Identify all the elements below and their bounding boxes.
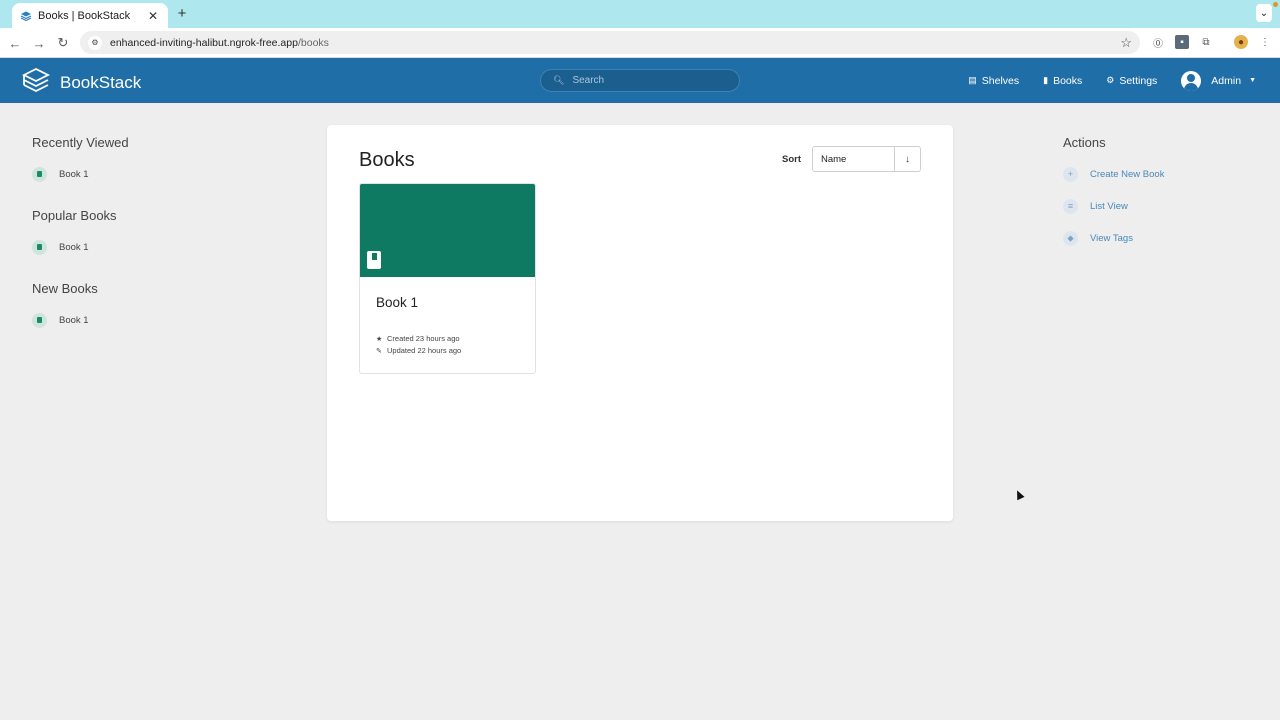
nav-books-label: Books <box>1053 74 1083 87</box>
bookstack-logo-icon <box>21 67 51 98</box>
back-icon[interactable]: ← <box>6 34 24 52</box>
extensions-puzzle-icon[interactable]: ⧉ <box>1199 35 1213 49</box>
star-icon: ★ <box>376 335 383 343</box>
book-card[interactable]: Book 1 ★ Created 23 hours ago ✎ Updated … <box>359 183 536 374</box>
book-title[interactable]: Book 1 <box>376 295 418 310</box>
popular-books-item[interactable]: Book 1 <box>32 239 292 255</box>
nav-books-link[interactable]: ▮ Books <box>1043 75 1082 87</box>
created-meta: ★ Created 23 hours ago <box>376 334 460 343</box>
updated-text: Updated 22 hours ago <box>387 346 462 355</box>
recently-viewed-section: Recently Viewed Book 1 <box>32 135 292 182</box>
password-extension-icon[interactable]: ⓪ <box>1151 35 1165 50</box>
actions-title: Actions <box>1063 135 1106 150</box>
nav-settings-label: Settings <box>1119 74 1158 87</box>
sort-label: Sort <box>782 154 801 165</box>
recently-viewed-title: Recently Viewed <box>32 135 129 150</box>
header-nav: ▤ Shelves ▮ Books ⚙ Settings Admin ▼ <box>968 58 1280 103</box>
address-bar[interactable]: ⚙ enhanced-inviting-halibut.ngrok-free.a… <box>80 31 1140 54</box>
nav-shelves-label: Shelves <box>981 74 1020 87</box>
pencil-icon: ✎ <box>376 347 382 355</box>
bookmark-star-icon[interactable]: ☆ <box>1120 35 1132 51</box>
profile-avatar-icon[interactable]: ● <box>1234 35 1248 49</box>
close-tab-icon[interactable]: ✕ <box>146 9 160 23</box>
tab-title: Books | BookStack <box>38 9 131 22</box>
updated-meta: ✎ Updated 22 hours ago <box>376 346 461 355</box>
sort-direction-button[interactable]: ↓ <box>894 146 921 172</box>
bookmark-icon <box>367 251 381 269</box>
nav-shelves-link[interactable]: ▤ Shelves <box>968 75 1019 87</box>
caret-down-icon: ▼ <box>1249 77 1256 84</box>
book-icon <box>32 312 47 328</box>
user-menu[interactable]: Admin ▼ <box>1181 70 1256 91</box>
mouse-cursor-icon <box>1013 488 1025 501</box>
page-title: Books <box>359 149 415 171</box>
forward-icon[interactable]: → <box>30 34 48 52</box>
search-input[interactable]: 🔍︎ Search <box>540 69 740 92</box>
plus-icon: + <box>1063 166 1078 182</box>
book-cover <box>360 184 535 277</box>
created-text: Created 23 hours ago <box>387 334 460 343</box>
user-name: Admin <box>1211 74 1242 87</box>
url-path: /books <box>297 36 329 49</box>
actions-sidebar: Actions + Create New Book ≡ List View ⬥ … <box>1063 135 1263 262</box>
app-logo-link[interactable]: BookStack <box>21 67 142 98</box>
site-info-icon[interactable]: ⚙ <box>88 35 102 50</box>
list-view-label: List View <box>1090 200 1128 212</box>
list-icon: ≡ <box>1063 198 1078 214</box>
search-icon: 🔍︎ <box>553 75 565 85</box>
browser-tab[interactable]: Books | BookStack ✕ <box>12 3 168 28</box>
view-tags-link[interactable]: ⬥ View Tags <box>1063 230 1263 246</box>
view-tags-label: View Tags <box>1090 232 1133 244</box>
new-books-section: New Books Book 1 <box>32 281 292 328</box>
nav-settings-link[interactable]: ⚙ Settings <box>1106 75 1157 87</box>
browser-tab-bar: Books | BookStack ✕ + ⌄ <box>0 0 1280 28</box>
recently-viewed-item-label: Book 1 <box>59 168 89 180</box>
tab-search-icon[interactable]: ⌄ <box>1256 4 1272 22</box>
sort-select[interactable]: Name <box>812 146 895 172</box>
new-books-item-label: Book 1 <box>59 314 89 326</box>
create-new-book-link[interactable]: + Create New Book <box>1063 166 1263 182</box>
browser-toolbar: ← → ↻ ⚙ enhanced-inviting-halibut.ngrok-… <box>0 28 1280 58</box>
url-domain: enhanced-inviting-halibut.ngrok-free.app <box>110 36 298 49</box>
new-books-title: New Books <box>32 281 98 296</box>
popular-books-section: Popular Books Book 1 <box>32 208 292 255</box>
recently-viewed-item[interactable]: Book 1 <box>32 166 292 182</box>
left-sidebar: Recently Viewed Book 1 Popular Books Boo… <box>32 135 292 354</box>
book-icon <box>32 239 47 255</box>
books-content-card: Books Sort Name ↓ Book 1 ★ Created 23 ho… <box>327 125 953 521</box>
bookstack-favicon-icon <box>20 10 32 22</box>
create-new-book-label: Create New Book <box>1090 168 1165 180</box>
notification-dot <box>1273 2 1278 7</box>
books-icon: ▮ <box>1043 75 1049 85</box>
search-placeholder: Search <box>572 75 605 86</box>
shelves-icon: ▤ <box>968 75 977 85</box>
tag-icon: ⬥ <box>1063 230 1078 246</box>
popular-books-item-label: Book 1 <box>59 241 89 253</box>
list-view-link[interactable]: ≡ List View <box>1063 198 1263 214</box>
popular-books-title: Popular Books <box>32 208 117 223</box>
gear-icon: ⚙ <box>1106 75 1115 85</box>
new-books-item[interactable]: Book 1 <box>32 312 292 328</box>
reload-icon[interactable]: ↻ <box>54 34 72 52</box>
user-avatar-icon <box>1181 70 1202 91</box>
browser-menu-icon[interactable]: ⋮ <box>1258 35 1272 49</box>
app-name: BookStack <box>60 72 142 92</box>
extension-icon[interactable]: ▪ <box>1175 35 1189 49</box>
new-tab-button[interactable]: + <box>175 5 189 22</box>
app-header: BookStack 🔍︎ Search ▤ Shelves ▮ Books ⚙ … <box>0 58 1280 103</box>
book-icon <box>32 166 47 182</box>
